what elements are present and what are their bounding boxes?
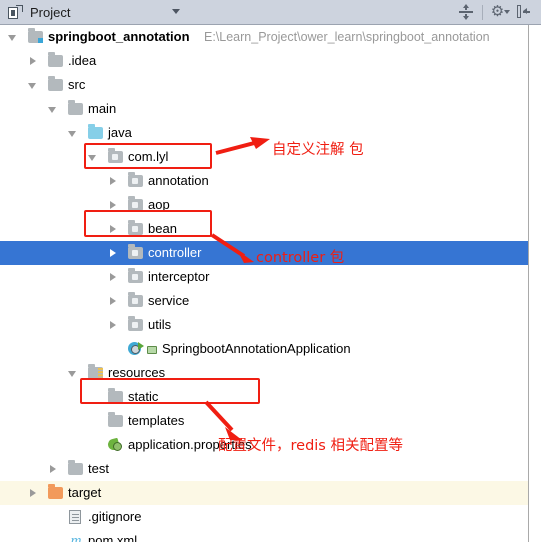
source-folder-icon <box>88 124 104 141</box>
chevron-right-icon[interactable] <box>110 177 116 185</box>
tree-row-label: bean <box>148 221 177 236</box>
tree-row[interactable]: main <box>0 97 528 121</box>
tree-row[interactable]: service <box>0 289 528 313</box>
resources-folder-icon <box>88 364 104 381</box>
tree-row[interactable]: .idea <box>0 49 528 73</box>
chevron-right-icon[interactable] <box>110 249 116 257</box>
chevron-down-icon[interactable] <box>68 371 76 377</box>
package-icon <box>128 196 144 213</box>
tree-right-gutter <box>530 25 541 542</box>
tree-row[interactable]: m pom.xml <box>0 529 528 542</box>
tree-row-label: .idea <box>68 53 97 68</box>
tree-row-label: src <box>68 77 86 92</box>
tree-row[interactable]: bean <box>0 217 528 241</box>
tree-row-label: java <box>108 125 132 140</box>
chevron-down-icon[interactable] <box>172 9 180 14</box>
project-tree[interactable]: springboot_annotation E:\Learn_Project\ow… <box>0 25 529 542</box>
folder-icon <box>48 76 64 93</box>
tree-row[interactable]: .gitignore <box>0 505 528 529</box>
package-icon <box>108 148 124 165</box>
tree-row-label: test <box>88 461 109 476</box>
project-path-label: E:\Learn_Project\ower_learn\springboot_a… <box>204 30 490 44</box>
tree-row-label: aop <box>148 197 170 212</box>
package-icon <box>128 268 144 285</box>
chevron-down-icon[interactable] <box>8 35 16 41</box>
tree-row-label: main <box>88 101 117 116</box>
gear-icon: ⚙ <box>490 3 505 20</box>
tree-row[interactable]: utils <box>0 313 528 337</box>
chevron-down-icon[interactable] <box>28 83 36 89</box>
text-file-icon <box>68 509 84 525</box>
chevron-right-icon[interactable] <box>30 57 36 65</box>
chevron-right-icon[interactable] <box>110 201 116 209</box>
folder-icon <box>108 412 124 429</box>
hide-panel-button[interactable] <box>511 0 535 24</box>
tree-row[interactable]: resources <box>0 361 528 385</box>
tree-row-label: templates <box>128 413 185 428</box>
package-icon <box>128 316 144 333</box>
tree-row-label: service <box>148 293 190 308</box>
controller-package-note: controller 包 <box>256 250 345 266</box>
folder-icon <box>68 100 84 117</box>
project-tab[interactable]: Project <box>8 0 70 24</box>
chevron-down-icon[interactable] <box>68 131 76 137</box>
chevron-right-icon[interactable] <box>110 297 116 305</box>
annotation-package-note: 自定义注解 包 <box>272 142 364 158</box>
tree-row-label: springboot_annotation <box>48 29 190 44</box>
tree-row-label: pom.xml <box>88 533 138 542</box>
tree-row-label: controller <box>148 245 202 260</box>
tree-row-label: com.lyl <box>128 149 169 164</box>
tree-row-label: static <box>128 389 159 404</box>
chevron-down-icon[interactable] <box>48 107 56 113</box>
spring-boot-application-icon <box>128 341 157 357</box>
tool-window-header: Project ⚙ <box>0 0 541 25</box>
tree-row[interactable]: test <box>0 457 528 481</box>
spring-properties-icon <box>106 437 124 453</box>
folder-icon <box>108 388 124 405</box>
package-icon <box>128 244 144 261</box>
tree-row[interactable]: interceptor <box>0 265 528 289</box>
folder-icon <box>68 460 84 477</box>
tree-row-label: utils <box>148 317 172 332</box>
chevron-right-icon[interactable] <box>30 489 36 497</box>
excluded-folder-icon <box>48 484 64 501</box>
package-icon <box>128 172 144 189</box>
tree-row[interactable]: aop <box>0 193 528 217</box>
chevron-right-icon[interactable] <box>110 225 116 233</box>
tree-row[interactable]: src <box>0 73 528 97</box>
tree-row[interactable]: static <box>0 385 528 409</box>
tree-row-label: interceptor <box>148 269 210 284</box>
package-icon <box>128 220 144 237</box>
tree-row[interactable]: annotation <box>0 169 528 193</box>
chevron-right-icon[interactable] <box>50 465 56 473</box>
tree-row[interactable]: templates <box>0 409 528 433</box>
annotation-arrow-1 <box>215 137 270 155</box>
project-view-icon <box>8 5 23 19</box>
folder-icon <box>48 52 64 69</box>
source-root-folder-icon <box>28 28 44 45</box>
tree-row[interactable]: SpringbootAnnotationApplication <box>0 337 528 361</box>
maven-file-icon: m <box>70 533 82 542</box>
chevron-right-icon[interactable] <box>110 321 116 329</box>
chevron-down-icon <box>504 10 510 14</box>
tree-row-label: annotation <box>148 173 209 188</box>
project-tab-label: Project <box>30 4 71 20</box>
toolbar-divider <box>482 4 483 20</box>
tree-row-label: .gitignore <box>88 509 142 524</box>
chevron-down-icon[interactable] <box>88 155 96 161</box>
annotation-arrow-2 <box>210 233 254 263</box>
tree-row-label: target <box>68 485 102 500</box>
tree-row[interactable]: springboot_annotation E:\Learn_Project\ow… <box>0 25 528 49</box>
chevron-right-icon[interactable] <box>110 273 116 281</box>
tree-row-label: SpringbootAnnotationApplication <box>162 341 351 356</box>
header-toolbar: ⚙ <box>454 0 535 24</box>
tree-row[interactable]: target <box>0 481 528 505</box>
package-icon <box>128 292 144 309</box>
tree-row-label: resources <box>108 365 166 380</box>
collapse-all-button[interactable] <box>454 0 478 24</box>
settings-button[interactable]: ⚙ <box>487 0 511 24</box>
application-properties-note: 配置文件，redis 相关配置等 <box>218 438 403 454</box>
